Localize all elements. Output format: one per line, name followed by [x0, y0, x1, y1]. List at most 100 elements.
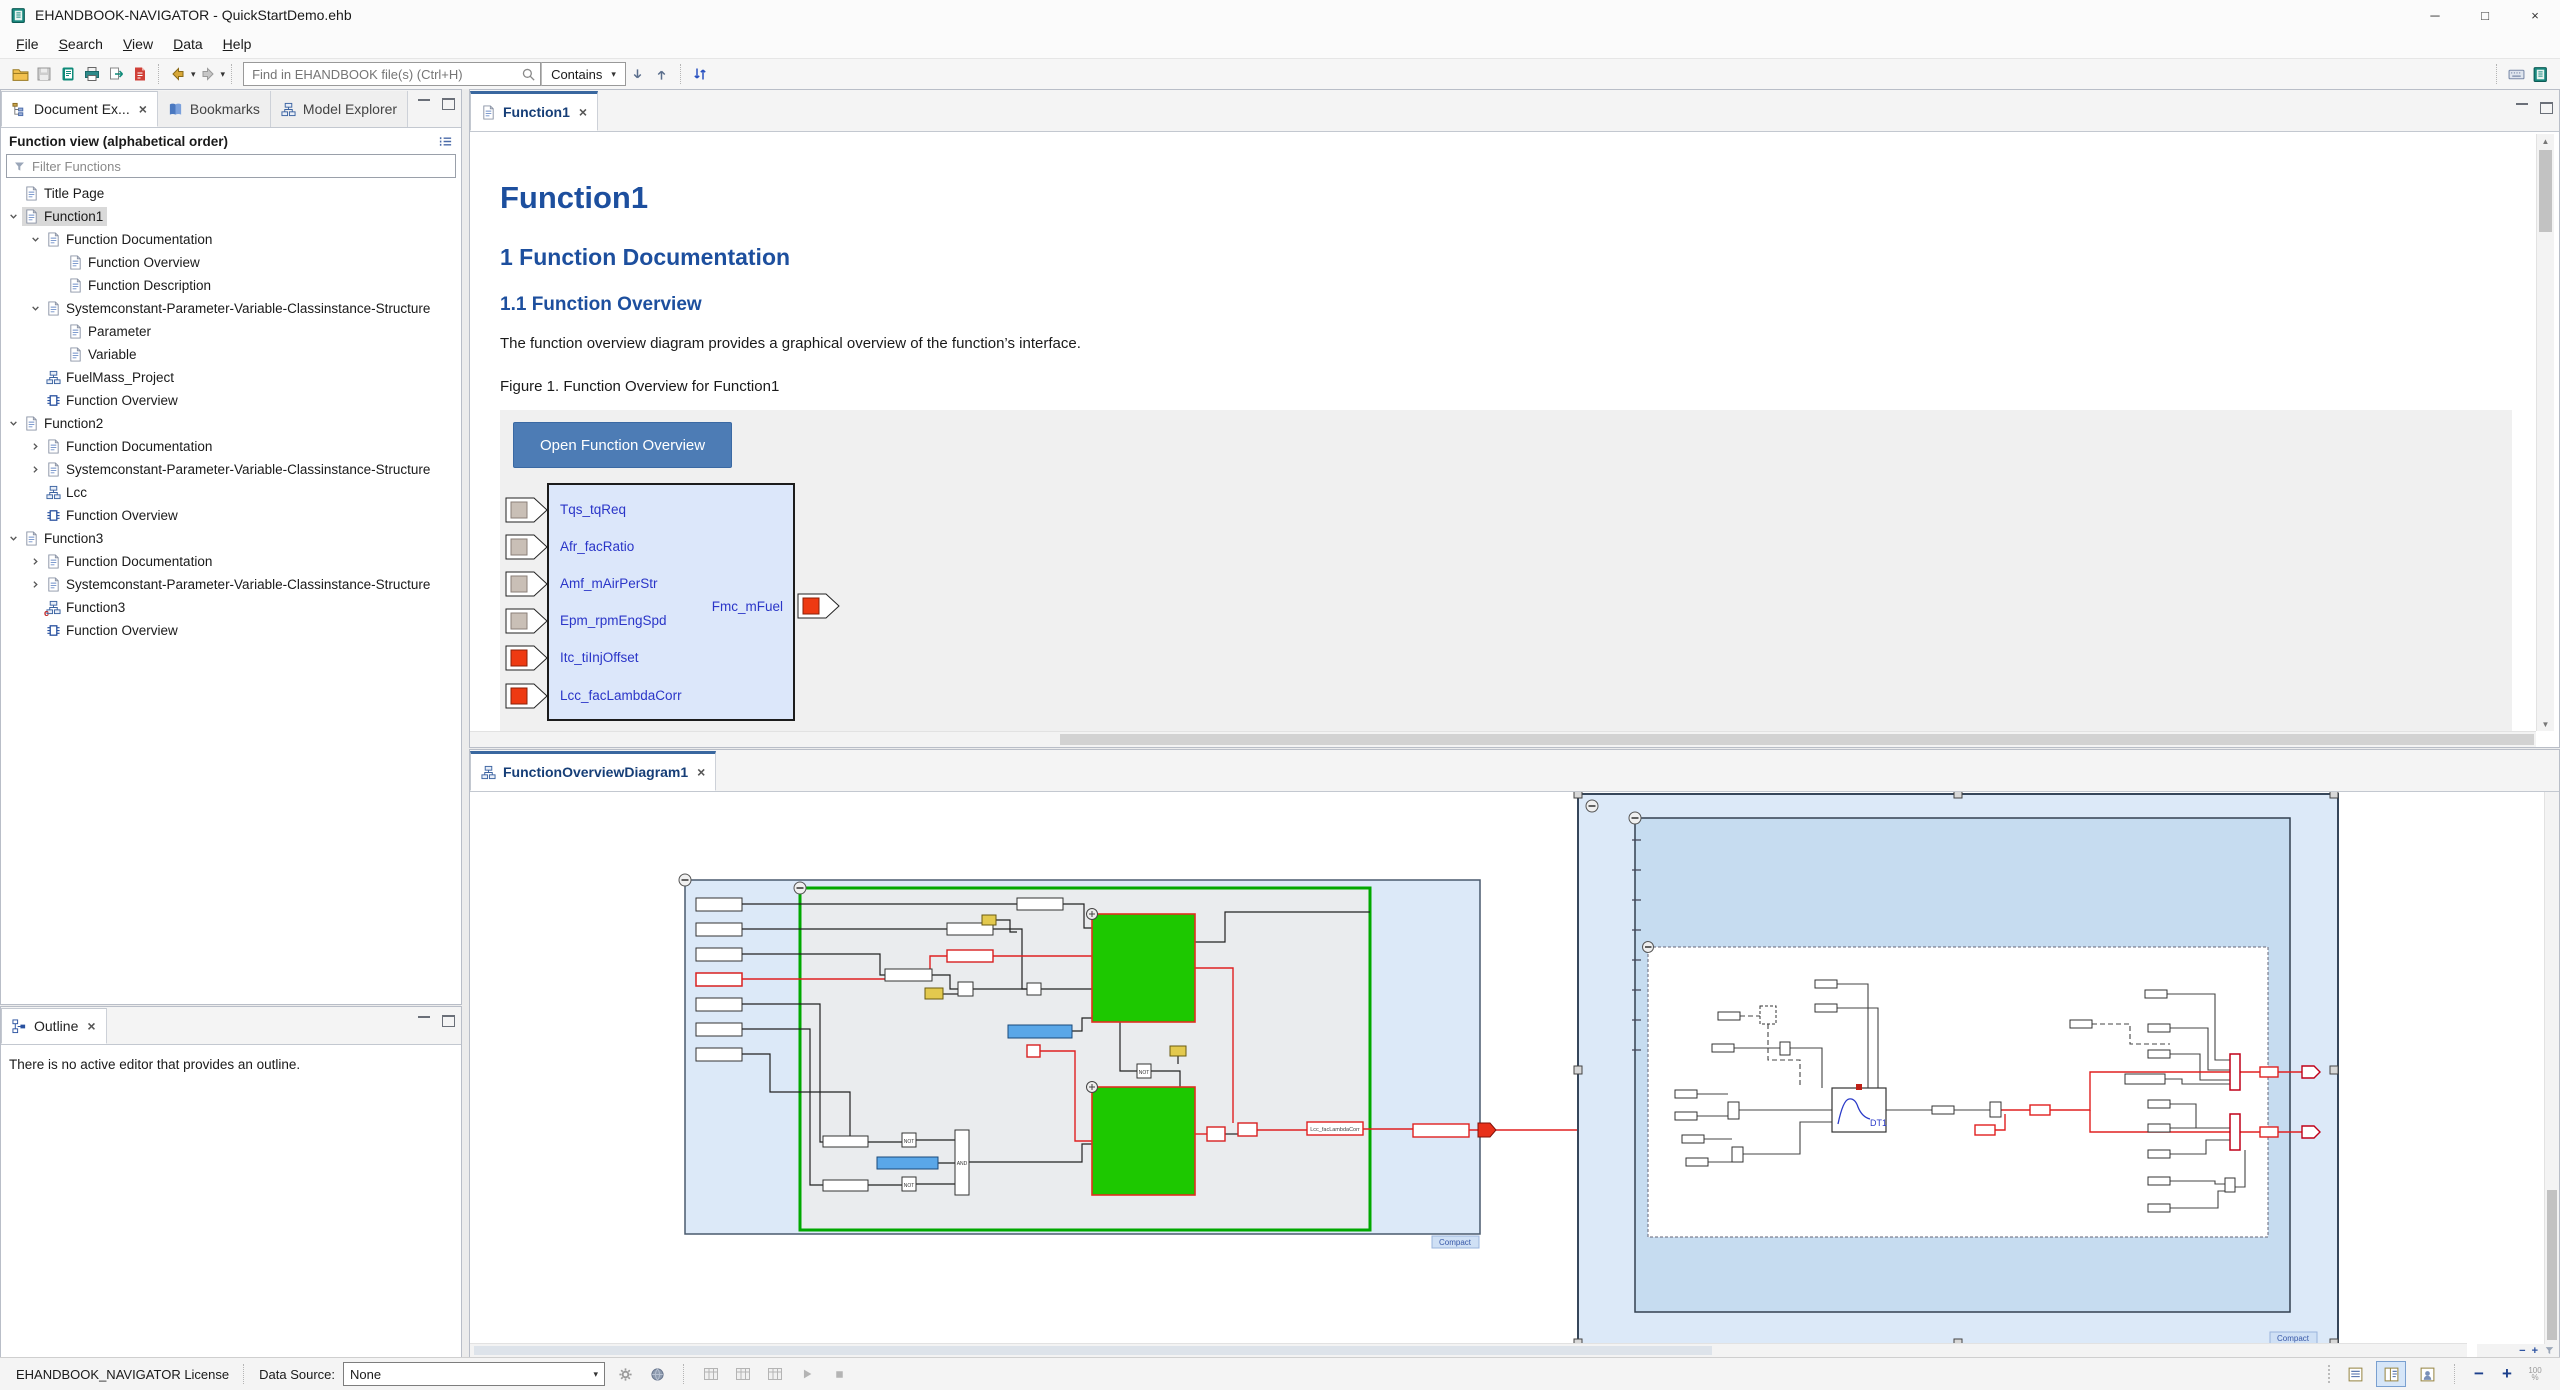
block-red[interactable] [1237, 1122, 1258, 1137]
close-tab-icon[interactable]: × [139, 101, 147, 117]
keyboard-shortcuts-button[interactable] [2504, 62, 2528, 86]
map-block[interactable] [1007, 1024, 1073, 1039]
minimize-view-button[interactable] [2516, 103, 2528, 115]
signal-box[interactable]: Lcc_facLambdaCorr [1306, 1121, 1364, 1136]
output-port[interactable] [1477, 1122, 1497, 1138]
tree-item-variable[interactable]: Variable [1, 343, 461, 366]
view-mode-split-button[interactable] [2376, 1361, 2406, 1387]
open-handbook-button[interactable] [56, 62, 80, 86]
block[interactable] [822, 1135, 869, 1148]
print-button[interactable] [80, 62, 104, 86]
min-block[interactable] [957, 981, 974, 997]
open-file-button[interactable] [8, 62, 32, 86]
maximize-button[interactable]: □ [2460, 0, 2510, 30]
filter-functions-input[interactable]: Filter Functions [6, 154, 456, 178]
scroll-up-arrow[interactable]: ▲ [2537, 134, 2554, 148]
block[interactable] [822, 1179, 869, 1192]
diagram-canvas[interactable]: NOT NOT AND NOT Lcc_facLambdaCorr Compac… [470, 792, 2545, 1344]
menu-search[interactable]: Search [49, 32, 113, 56]
document-content[interactable]: Function1 1 Function Documentation 1.1 F… [470, 132, 2559, 747]
tree-item-title-page[interactable]: Title Page [1, 182, 461, 205]
block[interactable] [1026, 982, 1042, 996]
not-block[interactable]: NOT [901, 1132, 917, 1148]
chevron-down-icon[interactable] [27, 302, 44, 315]
inner-container[interactable] [1647, 946, 2269, 1238]
minimize-button[interactable]: ─ [2410, 0, 2460, 30]
app-logo-button[interactable] [2528, 62, 2552, 86]
block[interactable] [884, 968, 933, 982]
forward-button[interactable] [196, 62, 220, 86]
calibration-sync-button[interactable] [763, 1362, 787, 1386]
signal-box[interactable] [1412, 1123, 1470, 1138]
doc-scroll-thumb[interactable] [2539, 150, 2552, 232]
tree-item-spvcs[interactable]: Systemconstant-Parameter-Variable-Classi… [1, 297, 461, 320]
data-source-select[interactable]: None ▾ [343, 1362, 605, 1386]
tree-item-spvcs[interactable]: Systemconstant-Parameter-Variable-Classi… [1, 573, 461, 596]
mux-block[interactable] [2229, 1113, 2241, 1151]
save-button[interactable] [32, 62, 56, 86]
menu-file[interactable]: File [6, 32, 49, 56]
collapse-icon[interactable] [1628, 811, 1642, 825]
chevron-down-icon[interactable] [5, 210, 22, 223]
tree-item-function2[interactable]: Function2 [1, 412, 461, 435]
export-button[interactable] [104, 62, 128, 86]
block[interactable] [1016, 897, 1064, 911]
chevron-right-icon[interactable] [27, 555, 44, 568]
tab-model-explorer[interactable]: Model Explorer [270, 91, 409, 127]
tree-item-function-documentation[interactable]: Function Documentation [1, 228, 461, 251]
maximize-view-button[interactable] [2540, 102, 2553, 114]
tree-item-function3[interactable]: Function3 [1, 527, 461, 550]
constant-block[interactable] [924, 987, 944, 1000]
find-previous-button[interactable] [650, 62, 674, 86]
diagram-vertical-scrollbar[interactable] [2544, 792, 2559, 1344]
diagram-hscroll-thumb[interactable] [474, 1346, 1713, 1355]
forward-dropdown[interactable]: ▾ [221, 69, 226, 80]
green-container[interactable] [798, 886, 1372, 1232]
search-input[interactable] [243, 62, 542, 86]
calibration-view-button[interactable] [699, 1362, 723, 1386]
view-mode-document-button[interactable] [2340, 1361, 2370, 1387]
sync-model-button[interactable] [688, 62, 712, 86]
right-function-diagram[interactable]: DT1 Compact [1573, 792, 2339, 1344]
tree-item-lcc[interactable]: Lcc [1, 481, 461, 504]
tree-item-function-description[interactable]: Function Description [1, 274, 461, 297]
view-mode-presenter-button[interactable] [2412, 1361, 2442, 1387]
tree-item-fuelmass-project[interactable]: FuelMass_Project [1, 366, 461, 389]
collapse-icon[interactable] [1642, 941, 1654, 953]
doc-horizontal-scrollbar[interactable] [470, 731, 2536, 747]
diagram-horizontal-scrollbar[interactable] [470, 1343, 2467, 1357]
collapse-icon[interactable] [1585, 799, 1599, 813]
dt1-block[interactable]: DT1 [1831, 1084, 1887, 1133]
red-box[interactable] [2029, 1104, 2051, 1116]
tree-item-function-overview-diagram[interactable]: Function Overview [1, 504, 461, 527]
chevron-down-icon[interactable] [27, 233, 44, 246]
zoom-in-button[interactable]: + [2496, 1364, 2518, 1384]
green-subsystem-block-2[interactable] [1086, 1081, 1196, 1196]
close-button[interactable]: × [2510, 0, 2560, 30]
stop-button[interactable] [827, 1362, 851, 1386]
not-block[interactable]: NOT [901, 1176, 917, 1192]
chevron-down-icon[interactable] [5, 532, 22, 545]
open-function-overview-button[interactable]: Open Function Overview [513, 422, 733, 468]
chevron-right-icon[interactable] [27, 578, 44, 591]
zoom-out-button[interactable]: − [2468, 1364, 2490, 1384]
chevron-right-icon[interactable] [27, 463, 44, 476]
close-tab-icon[interactable]: × [87, 1018, 95, 1034]
block-red[interactable] [1206, 1126, 1226, 1142]
not-block[interactable]: NOT [1136, 1063, 1152, 1079]
green-subsystem-block-1[interactable] [1086, 908, 1196, 1023]
close-tab-icon[interactable]: × [697, 764, 705, 780]
menu-data[interactable]: Data [163, 32, 213, 56]
red-box[interactable] [1974, 1124, 1996, 1136]
tab-bookmarks[interactable]: Bookmarks [157, 91, 271, 127]
tree-item-function-documentation[interactable]: Function Documentation [1, 435, 461, 458]
scroll-down-arrow[interactable]: ▼ [2537, 717, 2554, 731]
play-button[interactable] [795, 1362, 819, 1386]
tab-outline[interactable]: Outline × [1, 1008, 107, 1044]
close-tab-icon[interactable]: × [579, 104, 587, 120]
constant-block[interactable] [981, 914, 997, 926]
menu-help[interactable]: Help [213, 32, 262, 56]
diagram-zoom-in-button[interactable]: + [2532, 1345, 2538, 1357]
tree-item-function-documentation[interactable]: Function Documentation [1, 550, 461, 573]
tree-item-function1[interactable]: Function1 [1, 205, 461, 228]
